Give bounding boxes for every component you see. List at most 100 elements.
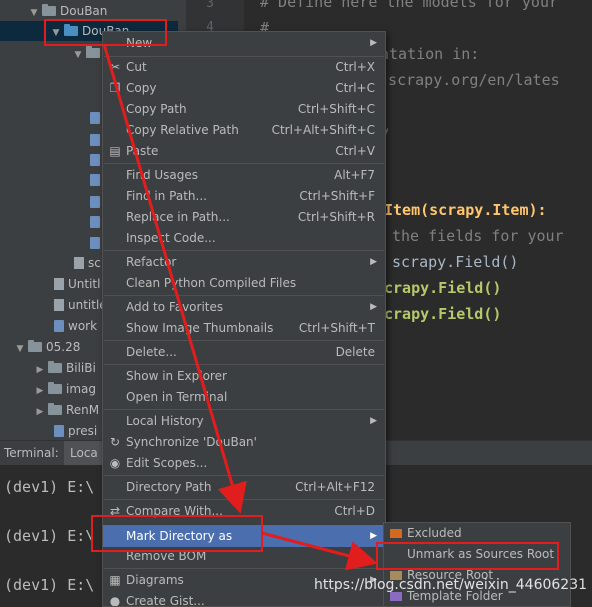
menu-separator <box>104 499 384 500</box>
tree-item-sc[interactable]: sc <box>72 253 101 273</box>
menu-label: Add to Favorites <box>126 300 224 314</box>
menu-item-copy-path[interactable]: Copy Path Ctrl+Shift+C <box>103 99 385 119</box>
submenu-arrow-icon: ▶ <box>370 257 377 267</box>
menu-label: Refactor <box>126 255 177 269</box>
menu-shortcut: Ctrl+Shift+C <box>297 102 375 116</box>
code-line: crapy.Field() <box>384 305 502 323</box>
copy-icon: ❐ <box>109 81 121 95</box>
tree-item-untitled1[interactable]: Untitl <box>52 274 100 294</box>
menu-item-directory-path[interactable]: Directory Path Ctrl+Alt+F12 <box>103 477 385 497</box>
menu-item-refactor[interactable]: Refactor ▶ <box>103 252 385 272</box>
expand-arrow-icon[interactable]: ▶ <box>34 360 46 380</box>
annotation-box-mark-directory <box>91 515 263 552</box>
tree-item-label: sc <box>88 256 101 270</box>
menu-label: Copy <box>126 81 157 95</box>
menu-item-paste[interactable]: ▤ Paste Ctrl+V <box>103 141 385 161</box>
code-line: # Define here the models for your <box>260 0 559 11</box>
excluded-folder-icon <box>389 526 403 540</box>
tree-item-0528[interactable]: ▼ 05.28 <box>14 337 80 357</box>
menu-separator <box>104 568 384 569</box>
tree-item-untitled2[interactable]: untitle <box>52 295 107 315</box>
menu-item-synchronize[interactable]: ↻ Synchronize 'DouBan' <box>103 432 385 452</box>
folder-icon <box>48 361 62 373</box>
menu-shortcut: Ctrl+Shift+T <box>298 321 375 335</box>
terminal-line: (dev1) E:\ <box>4 478 95 496</box>
menu-shortcut: Ctrl+X <box>335 60 375 74</box>
menu-separator <box>104 340 384 341</box>
expand-arrow-icon[interactable]: ▼ <box>14 339 26 359</box>
python-file-icon <box>90 112 100 124</box>
terminal-line: (dev1) E:\ <box>4 576 95 594</box>
tree-item-label: Untitl <box>68 277 101 291</box>
menu-label: Excluded <box>407 526 462 540</box>
tree-item-label: untitle <box>68 298 107 312</box>
python-file-icon <box>90 237 100 249</box>
python-file-icon <box>90 196 100 208</box>
tree-item-subfolder[interactable]: ▼ <box>72 43 104 63</box>
tree-item-label: BiliBi <box>66 361 96 375</box>
menu-shortcut: Ctrl+V <box>335 144 375 158</box>
menu-item-find-in-path[interactable]: Find in Path... Ctrl+Shift+F <box>103 186 385 206</box>
menu-shortcut: Ctrl+Shift+R <box>297 210 375 224</box>
submenu-item-excluded[interactable]: Excluded <box>384 523 570 543</box>
tree-item-image[interactable]: ▶ imag <box>34 379 96 399</box>
github-icon: ● <box>109 594 121 607</box>
tree-item-label: presi <box>68 424 98 438</box>
python-file-icon <box>90 134 100 146</box>
menu-item-replace-in-path[interactable]: Replace in Path... Ctrl+Shift+R <box>103 207 385 227</box>
menu-item-show-in-explorer[interactable]: Show in Explorer <box>103 366 385 386</box>
menu-item-cut[interactable]: ✂ Cut Ctrl+X <box>103 57 385 77</box>
diagrams-icon: ▦ <box>109 573 121 587</box>
code-line: crapy.Field() <box>384 279 502 297</box>
menu-shortcut: Ctrl+Alt+F12 <box>295 480 375 494</box>
code-line-class: Item(scrapy.Item): <box>384 201 547 219</box>
expand-arrow-icon[interactable]: ▶ <box>34 402 46 422</box>
menu-separator <box>104 250 384 251</box>
menu-item-clean-python[interactable]: Clean Python Compiled Files <box>103 273 385 293</box>
file-icon <box>74 257 84 269</box>
menu-item-delete[interactable]: Delete... Delete <box>103 342 385 362</box>
tree-item-label: 05.28 <box>46 340 81 354</box>
menu-label: Copy Path <box>126 102 187 116</box>
code-line: ntation in: <box>380 45 480 63</box>
menu-shortcut: Ctrl+C <box>335 81 375 95</box>
python-file-icon <box>90 154 100 166</box>
annotation-box-unmark <box>376 542 559 570</box>
menu-item-copy[interactable]: ❐ Copy Ctrl+C <box>103 78 385 98</box>
menu-label: Edit Scopes... <box>126 456 208 470</box>
line-number: 3 <box>206 0 214 11</box>
menu-item-add-to-favorites[interactable]: Add to Favorites ▶ <box>103 297 385 317</box>
folder-icon <box>42 4 56 16</box>
tree-item-douban-root[interactable]: ▼ DouBan <box>28 1 107 21</box>
menu-item-local-history[interactable]: Local History ▶ <box>103 411 385 431</box>
menu-label: Delete... <box>126 345 177 359</box>
menu-shortcut: Ctrl+Alt+Shift+C <box>271 123 375 137</box>
expand-arrow-icon[interactable]: ▼ <box>72 45 84 65</box>
annotation-box-douban <box>44 19 167 46</box>
menu-shortcut: Ctrl+D <box>334 504 375 518</box>
menu-item-inspect-code[interactable]: Inspect Code... <box>103 228 385 248</box>
menu-label: Local History <box>126 414 204 428</box>
menu-item-show-image-thumbnails[interactable]: Show Image Thumbnails Ctrl+Shift+T <box>103 318 385 338</box>
expand-arrow-icon[interactable]: ▶ <box>34 381 46 401</box>
menu-separator <box>104 475 384 476</box>
submenu-arrow-icon: ▶ <box>370 302 377 312</box>
menu-separator <box>104 163 384 164</box>
terminal-line: (dev1) E:\ <box>4 527 95 545</box>
menu-label: Inspect Code... <box>126 231 216 245</box>
tree-item-presi[interactable]: presi <box>52 421 97 440</box>
menu-item-copy-relative-path[interactable]: Copy Relative Path Ctrl+Alt+Shift+C <box>103 120 385 140</box>
menu-item-edit-scopes[interactable]: ◉ Edit Scopes... <box>103 453 385 473</box>
menu-item-find-usages[interactable]: Find Usages Alt+F7 <box>103 165 385 185</box>
tree-item-bilibili[interactable]: ▶ BiliBi <box>34 358 96 378</box>
tree-item-work[interactable]: work <box>52 316 97 336</box>
scopes-icon: ◉ <box>109 456 121 470</box>
submenu-arrow-icon: ▶ <box>370 38 377 48</box>
folder-icon <box>48 403 62 415</box>
terminal-tab[interactable]: Loca <box>64 441 104 465</box>
tree-item-renm[interactable]: ▶ RenM <box>34 400 99 420</box>
menu-label: Synchronize 'DouBan' <box>126 435 257 449</box>
menu-item-open-in-terminal[interactable]: Open in Terminal <box>103 387 385 407</box>
expand-arrow-icon[interactable]: ▼ <box>28 3 40 23</box>
menu-label: Find Usages <box>126 168 199 182</box>
